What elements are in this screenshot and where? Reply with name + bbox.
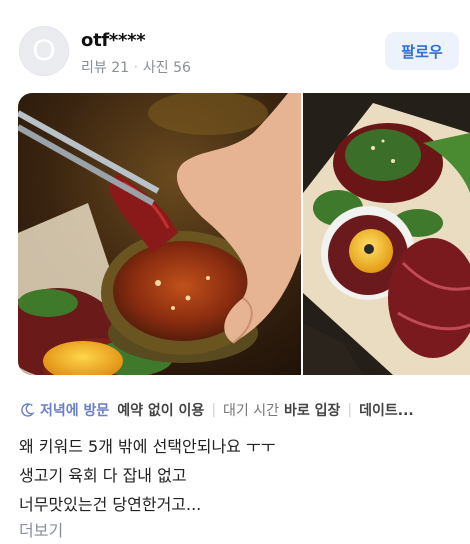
reservation-tag: 예약 없이 이용: [117, 403, 205, 419]
user-stats: 리뷰 21 · 사진 56: [81, 57, 191, 77]
review-count: 리뷰 21: [81, 60, 130, 76]
username[interactable]: otf****: [81, 30, 146, 51]
more-link[interactable]: 더보기: [19, 520, 63, 542]
review-line: 생고기 육회 다 잡내 없고: [19, 466, 187, 485]
stats-separator: ·: [134, 60, 138, 74]
review-photo-1[interactable]: [18, 93, 301, 375]
review-line: 너무맛있는건 당연한거고...: [19, 495, 202, 514]
review-photos: [18, 93, 470, 375]
review-photo-2[interactable]: [303, 93, 470, 375]
visit-keywords: 저녁에 방문 예약 없이 이용 | 대기 시간 바로 입장 | 데이트...: [19, 399, 470, 421]
wait-time-label: 대기 시간: [223, 403, 280, 419]
dipping-meat-photo: [18, 93, 301, 375]
review-header: O otf**** 리뷰 21 · 사진 56 팔로우: [19, 26, 459, 78]
follow-button[interactable]: 팔로우: [385, 32, 459, 70]
tag-divider: |: [347, 402, 353, 418]
tag-divider: |: [211, 402, 217, 418]
wait-time-value: 바로 입장: [284, 403, 341, 419]
visit-time-tag: 저녁에 방문: [40, 403, 110, 419]
avatar-initial: O: [32, 34, 56, 67]
moon-icon: [21, 403, 35, 417]
yukhoe-platter-photo: [303, 93, 470, 375]
review-text[interactable]: 왜 키워드 5개 밖에 선택안되나요 ㅜㅜ 생고기 육회 다 잡내 없고 너무맛…: [19, 432, 459, 519]
avatar[interactable]: O: [19, 26, 69, 76]
purpose-tag: 데이트...: [359, 403, 414, 419]
photo-count: 사진 56: [142, 60, 191, 76]
review-line: 왜 키워드 5개 밖에 선택안되나요 ㅜㅜ: [19, 437, 276, 456]
